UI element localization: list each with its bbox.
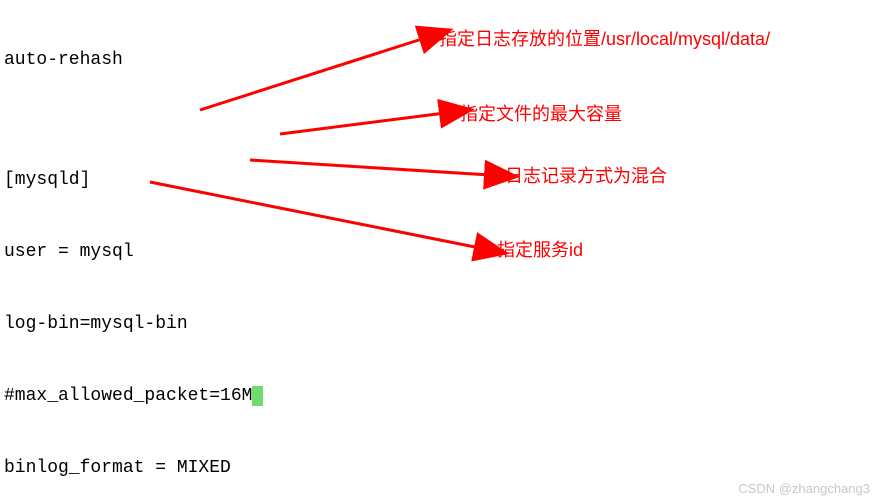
- annotation-log-format: 日志记录方式为混合: [505, 162, 667, 188]
- config-line: [mysqld]: [4, 168, 414, 192]
- cursor-icon: [252, 386, 263, 406]
- config-line: #max_allowed_packet=16M: [4, 384, 414, 408]
- annotation-server-id: 指定服务id: [497, 236, 583, 262]
- config-line: user = mysql: [4, 240, 414, 264]
- config-line-text: #max_allowed_packet=16M: [4, 386, 252, 406]
- config-line: auto-rehash: [4, 48, 414, 72]
- config-line: binlog_format = MIXED: [4, 456, 414, 480]
- config-line: log-bin=mysql-bin: [4, 312, 414, 336]
- annotation-log-location: 指定日志存放的位置/usr/local/mysql/data/: [439, 25, 770, 51]
- annotation-max-size: 指定文件的最大容量: [460, 100, 622, 126]
- watermark-text: CSDN @zhangchang3: [738, 481, 870, 496]
- config-code-block: auto-rehash [mysqld] user = mysql log-bi…: [4, 0, 414, 500]
